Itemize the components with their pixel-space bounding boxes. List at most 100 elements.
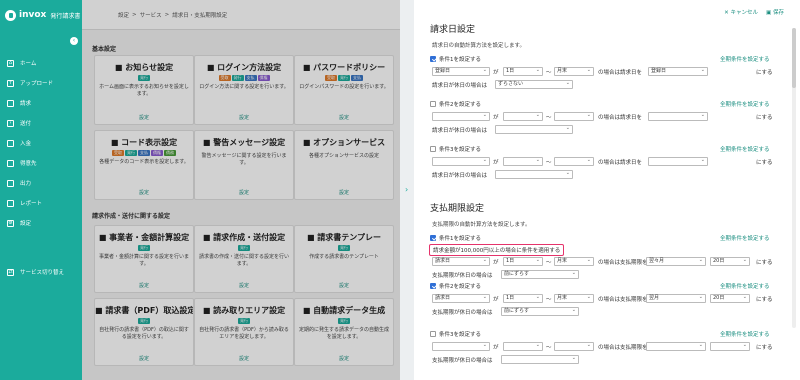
logo-icon <box>5 9 16 21</box>
home-icon: ⌂ <box>7 59 14 67</box>
target-date-select[interactable] <box>648 112 708 121</box>
holiday-label: 請求日が休日の場合は <box>432 83 488 89</box>
condition-checkbox[interactable]: 条件1を設定する <box>430 55 481 63</box>
from-day-select[interactable]: 1日 <box>503 67 543 76</box>
condition-label: 条件3を設定する <box>439 147 481 153</box>
from-day-select[interactable]: 1日 <box>503 257 543 266</box>
amount-condition-highlight[interactable]: 請求金額が100,000円以上の場合に条件を適用する <box>429 244 565 256</box>
all-conditions-link[interactable]: 全期条件を設定する <box>720 234 770 242</box>
condition-text: 〜 <box>546 345 552 351</box>
condition-text: の場合は請求日を <box>598 160 643 166</box>
holiday-shift-select[interactable] <box>495 125 573 134</box>
checkbox-icon <box>430 101 436 107</box>
all-conditions-link[interactable]: 全期条件を設定する <box>720 282 770 290</box>
due-day-select[interactable]: 20日 <box>710 257 750 266</box>
sidebar-item-label: 送付 <box>20 121 32 127</box>
sidebar-item-export[interactable]: 出力 <box>0 173 82 193</box>
service-switch[interactable]: ⇄ サービス切り替え <box>0 262 82 282</box>
holiday-shift-select[interactable]: ずらさない <box>495 80 573 89</box>
cancel-button[interactable]: ✕ キャンセル <box>724 8 758 16</box>
checkbox-icon <box>430 235 436 241</box>
condition-checkbox[interactable]: 条件3を設定する <box>430 330 481 338</box>
holiday-shift-select[interactable] <box>501 355 579 364</box>
condition-checkbox[interactable]: 条件3を設定する <box>430 145 481 153</box>
settings-panel: ✕ キャンセル ▣ 保存 請求日設定 請求日の自動計算方法を設定します。 支払期… <box>414 0 800 380</box>
sidebar-item-send[interactable]: › 送付 <box>0 113 82 133</box>
from-day-select[interactable] <box>503 342 543 351</box>
due-day-select[interactable]: 20日 <box>710 294 750 303</box>
to-day-select[interactable]: 月末 <box>554 67 594 76</box>
condition-text: にする <box>756 160 773 166</box>
from-day-select[interactable] <box>503 157 543 166</box>
holiday-shift-select[interactable]: 前にずらす <box>501 270 579 279</box>
invoice-icon <box>7 99 14 107</box>
base-date-select[interactable]: 登録日 <box>432 67 490 76</box>
to-day-select[interactable] <box>554 112 594 121</box>
condition-text: 〜 <box>546 160 552 166</box>
upload-icon: ↑ <box>7 79 14 87</box>
from-day-select[interactable] <box>503 112 543 121</box>
condition-checkbox[interactable]: 条件1を設定する <box>430 234 481 242</box>
due-month-select[interactable]: 翌々月 <box>646 257 706 266</box>
condition-checkbox[interactable]: 条件2を設定する <box>430 100 481 108</box>
base-date-select[interactable]: 請求日 <box>432 257 490 266</box>
holiday-label: 請求日が休日の場合は <box>432 173 488 179</box>
save-button[interactable]: ▣ 保存 <box>766 8 784 16</box>
condition-label: 条件1を設定する <box>439 57 481 63</box>
condition-text: が <box>493 345 499 351</box>
sidebar-item-report[interactable]: レポート <box>0 193 82 213</box>
holiday-label: 支払期限が休日の場合は <box>432 273 493 279</box>
base-date-select[interactable] <box>432 342 490 351</box>
base-date-select[interactable]: 請求日 <box>432 294 490 303</box>
modal-overlay[interactable] <box>82 0 400 380</box>
condition-text: の場合は支払期限を <box>598 297 648 303</box>
all-conditions-link[interactable]: 全期条件を設定する <box>720 100 770 108</box>
sidebar-nav: ⌂ ホーム ↑ アップロード 請求 › 送付 入金 得意先 出力 レポート ⚙ 設定 <box>0 53 82 233</box>
target-date-select[interactable]: 登録日 <box>648 67 708 76</box>
condition-text: 〜 <box>546 70 552 76</box>
sidebar-item-deposit[interactable]: 入金 <box>0 133 82 153</box>
base-date-select[interactable] <box>432 157 490 166</box>
all-conditions-link[interactable]: 全期条件を設定する <box>720 55 770 63</box>
base-date-select[interactable] <box>432 112 490 121</box>
holiday-label: 支払期限が休日の場合は <box>432 310 493 316</box>
app-logo[interactable]: invox 発行請求書 <box>0 0 82 30</box>
to-day-select[interactable]: 月末 <box>554 257 594 266</box>
condition-checkbox[interactable]: 条件2を設定する <box>430 282 481 290</box>
condition-text: の場合は請求日を <box>598 70 643 76</box>
all-conditions-link[interactable]: 全期条件を設定する <box>720 145 770 153</box>
app-subtitle: 発行請求書 <box>50 12 81 20</box>
switch-icon: ⇄ <box>7 268 14 276</box>
from-day-select[interactable]: 1日 <box>503 294 543 303</box>
export-icon <box>7 179 14 187</box>
sidebar-item-customer[interactable]: 得意先 <box>0 153 82 173</box>
sidebar-item-home[interactable]: ⌂ ホーム <box>0 53 82 73</box>
sidebar-item-label: 出力 <box>20 181 32 187</box>
target-date-select[interactable] <box>648 157 708 166</box>
condition-text: 〜 <box>546 115 552 121</box>
chevron-right-icon[interactable]: › <box>405 185 408 194</box>
checkbox-icon <box>430 283 436 289</box>
panel-scrollbar[interactable] <box>792 28 796 328</box>
due-month-select[interactable]: 翌月 <box>646 294 706 303</box>
condition-text: にする <box>756 115 773 121</box>
holiday-shift-select[interactable]: 前にずらす <box>501 307 579 316</box>
to-day-select[interactable] <box>554 342 594 351</box>
condition-text: にする <box>756 297 773 303</box>
condition-label: 条件3を設定する <box>439 332 481 338</box>
collapse-sidebar-button[interactable]: ‹ <box>70 37 78 45</box>
sidebar-item-upload[interactable]: ↑ アップロード <box>0 73 82 93</box>
to-day-select[interactable]: 月末 <box>554 294 594 303</box>
to-day-select[interactable] <box>554 157 594 166</box>
sidebar-item-invoice[interactable]: 請求 <box>0 93 82 113</box>
due-date-title: 支払期限設定 <box>430 204 485 214</box>
cancel-label: キャンセル <box>730 10 759 16</box>
sidebar-item-label: 請求 <box>20 101 32 107</box>
due-day-select[interactable] <box>710 342 750 351</box>
sidebar-item-label: 入金 <box>20 141 32 147</box>
holiday-shift-select[interactable] <box>495 170 573 179</box>
sidebar-item-settings[interactable]: ⚙ 設定 <box>0 213 82 233</box>
condition-text: にする <box>756 345 773 351</box>
all-conditions-link[interactable]: 全期条件を設定する <box>720 330 770 338</box>
due-month-select[interactable] <box>646 342 706 351</box>
